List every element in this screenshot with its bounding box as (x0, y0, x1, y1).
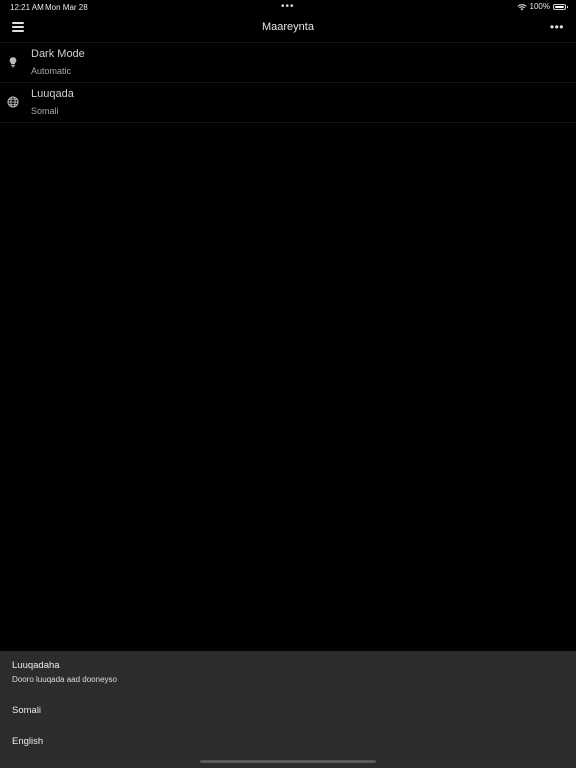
status-date: Mon Mar 28 (45, 3, 88, 12)
page-title: Maareynta (262, 21, 314, 33)
multitasking-dots[interactable]: ••• (281, 1, 295, 12)
setting-language[interactable]: Luuqada Somali (0, 82, 576, 123)
sheet-title: Luuqadaha (12, 660, 60, 671)
setting-value: Automatic (31, 66, 72, 76)
battery-icon (553, 3, 568, 10)
battery-percentage: 100% (529, 2, 550, 11)
language-option-english[interactable]: English (0, 728, 576, 754)
option-label: Somali (12, 705, 42, 716)
navigation-bar: Maareynta ••• (0, 14, 576, 42)
setting-value: Somali (31, 106, 59, 116)
home-indicator[interactable] (200, 760, 376, 763)
setting-title: Dark Mode (31, 48, 85, 60)
language-option-somali[interactable]: Somali (0, 697, 576, 723)
status-time: 12:21 AM (10, 3, 44, 12)
status-bar: 12:21 AM Mon Mar 28 ••• 100% (0, 0, 576, 14)
language-bottom-sheet: Luuqadaha Dooro luuqada aad dooneyso Som… (0, 651, 576, 768)
setting-title: Luuqada (31, 88, 74, 100)
globe-icon (7, 96, 19, 108)
status-indicators: 100% (517, 2, 568, 11)
settings-list: Dark Mode Automatic Luuqada Somali (0, 42, 576, 123)
more-icon[interactable]: ••• (550, 20, 564, 34)
sheet-subtitle: Dooro luuqada aad dooneyso (12, 675, 117, 684)
wifi-icon (517, 3, 526, 10)
lightbulb-icon (9, 57, 17, 68)
setting-dark-mode[interactable]: Dark Mode Automatic (0, 42, 576, 82)
option-label: English (12, 736, 44, 747)
